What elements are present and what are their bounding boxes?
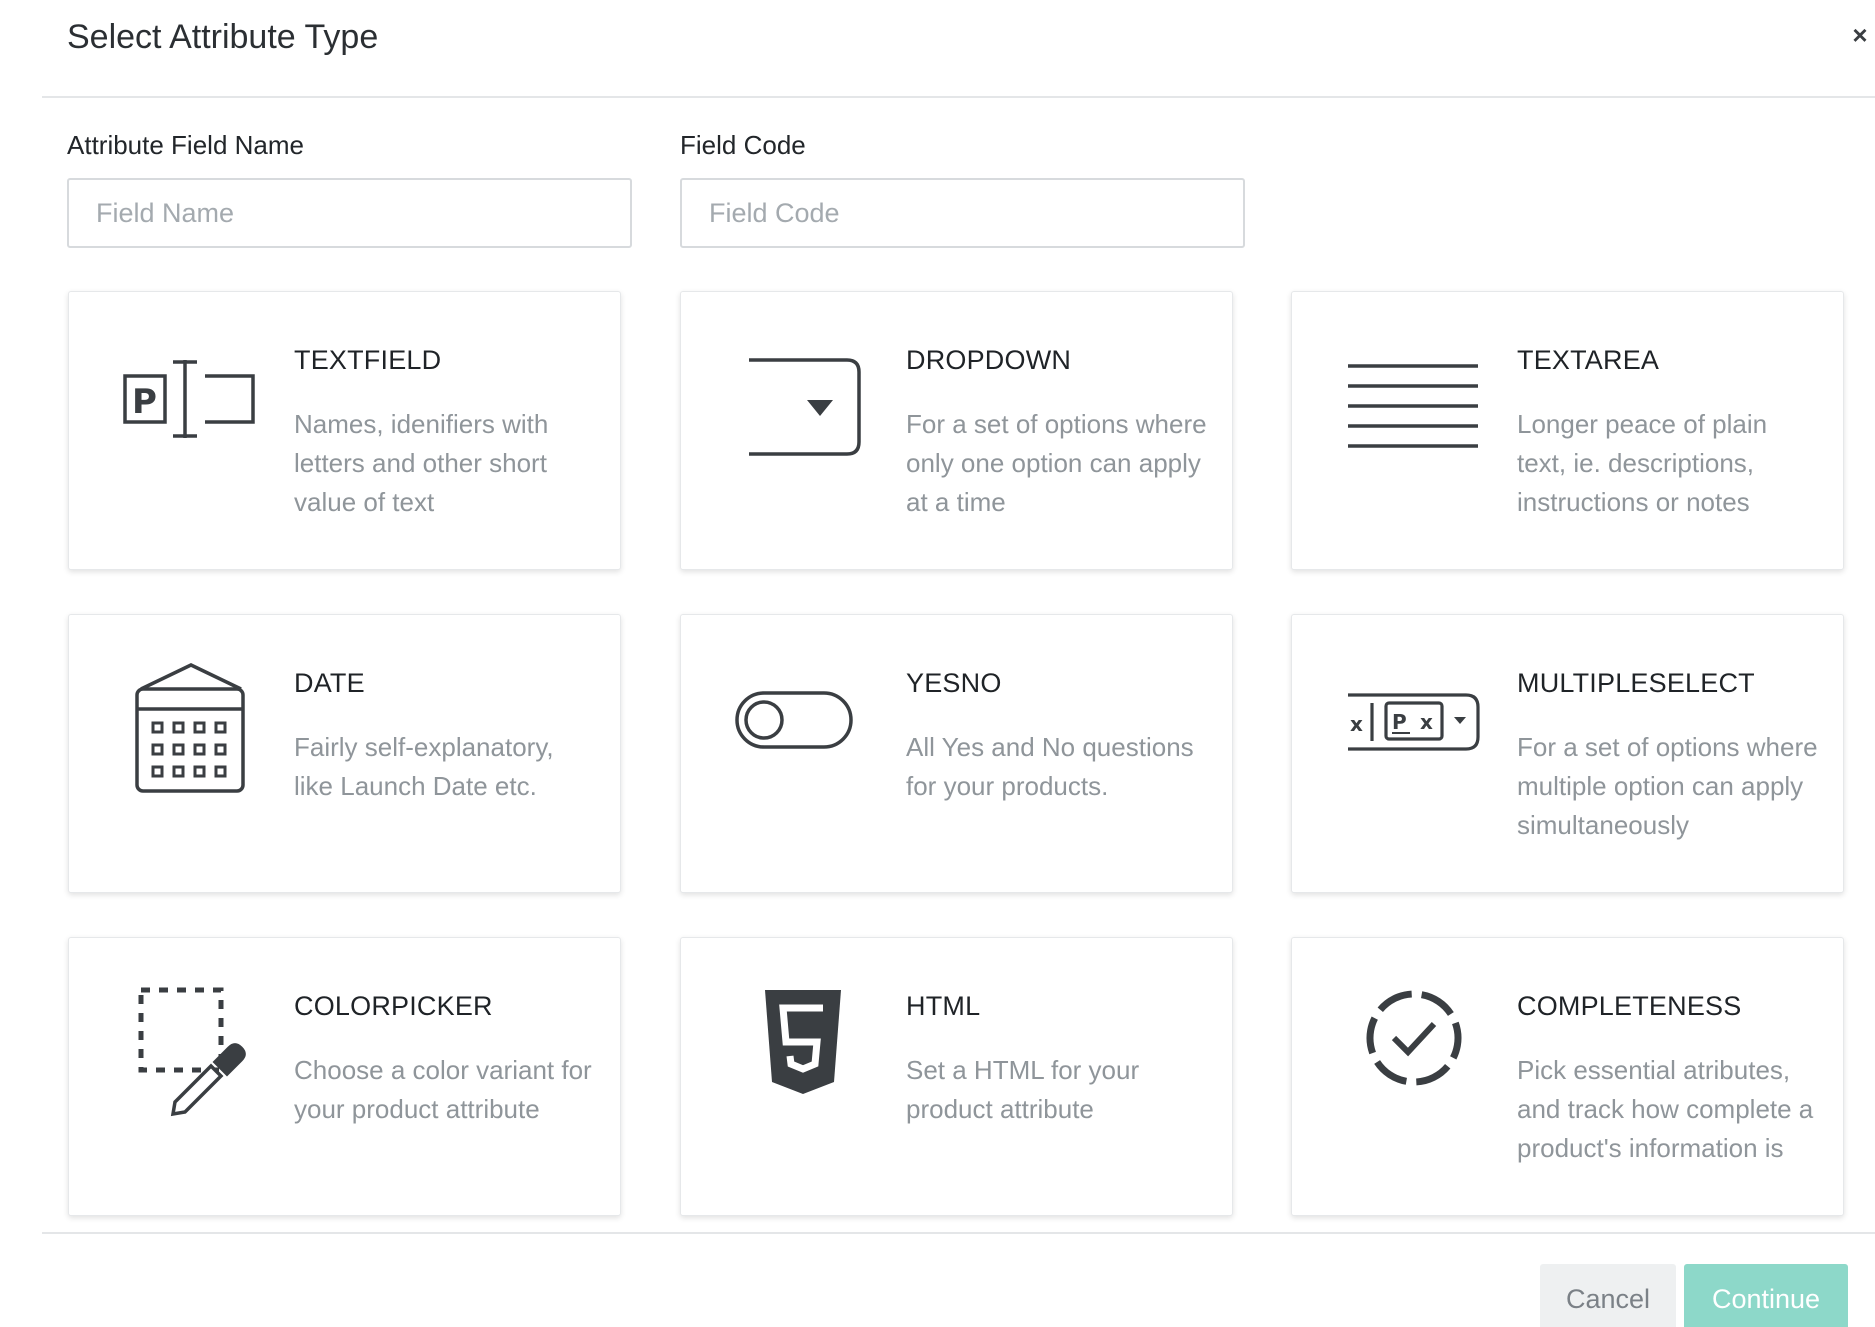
calendar-icon — [119, 655, 259, 795]
type-description: All Yes and No questions for your produc… — [906, 732, 1194, 801]
type-title: COMPLETENESS — [1517, 991, 1742, 1021]
type-title: HTML — [906, 991, 981, 1021]
modal-footer: Cancel Continue — [42, 1232, 1875, 1327]
textfield-icon: P — [119, 332, 259, 472]
toggle-icon — [731, 655, 871, 795]
continue-button[interactable]: Continue — [1684, 1264, 1848, 1327]
modal-title: Select Attribute Type — [67, 18, 379, 56]
svg-text:P: P — [1392, 710, 1407, 734]
svg-text:x: x — [1420, 710, 1433, 734]
type-description: Longer peace of plain text, ie. descript… — [1517, 409, 1768, 517]
type-description: Pick essential atributes, and track how … — [1517, 1055, 1814, 1163]
colorpicker-icon — [119, 978, 259, 1118]
type-description: Set a HTML for your product attribute — [906, 1055, 1140, 1124]
modal-header: Select Attribute Type × — [42, 0, 1875, 98]
type-card-multipleselect[interactable]: x P x MULTIPLESELECT For a set of option… — [1291, 614, 1844, 893]
type-title: DROPDOWN — [906, 345, 1072, 375]
attribute-field-name-label: Attribute Field Name — [67, 130, 304, 160]
type-title: MULTIPLESELECT — [1517, 668, 1755, 698]
field-name-input[interactable] — [67, 178, 632, 248]
type-card-dropdown[interactable]: DROPDOWN For a set of options where only… — [680, 291, 1233, 570]
type-card-yesno[interactable]: YESNO All Yes and No questions for your … — [680, 614, 1233, 893]
field-code-group: Field Code — [680, 130, 1245, 248]
dropdown-icon — [731, 332, 871, 472]
attribute-field-name-group: Attribute Field Name — [67, 130, 632, 248]
svg-text:P: P — [132, 382, 157, 422]
type-card-html[interactable]: HTML Set a HTML for your product attribu… — [680, 937, 1233, 1216]
type-title: TEXTAREA — [1517, 345, 1660, 375]
type-description: For a set of options where only one opti… — [906, 409, 1207, 517]
field-code-input[interactable] — [680, 178, 1245, 248]
type-description: For a set of options where multiple opti… — [1517, 732, 1818, 840]
close-icon[interactable]: × — [1847, 20, 1873, 50]
type-description: Fairly self-explanatory, like Launch Dat… — [294, 732, 554, 801]
type-card-textarea[interactable]: TEXTAREA Longer peace of plain text, ie.… — [1291, 291, 1844, 570]
type-title: TEXTFIELD — [294, 345, 442, 375]
type-description: Choose a color variant for your product … — [294, 1055, 592, 1124]
type-card-colorpicker[interactable]: COLORPICKER Choose a color variant for y… — [68, 937, 621, 1216]
type-title: YESNO — [906, 668, 1002, 698]
type-card-textfield[interactable]: P TEXTFIELD Names, idenifiers with lette… — [68, 291, 621, 570]
multiselect-icon: x P x — [1342, 655, 1482, 795]
textarea-icon — [1342, 332, 1482, 472]
svg-text:x: x — [1350, 712, 1363, 736]
field-code-label: Field Code — [680, 130, 806, 160]
cancel-button[interactable]: Cancel — [1540, 1264, 1676, 1327]
html5-icon — [731, 978, 871, 1118]
type-card-date[interactable]: DATE Fairly self-explanatory, like Launc… — [68, 614, 621, 893]
type-card-completeness[interactable]: COMPLETENESS Pick essential atributes, a… — [1291, 937, 1844, 1216]
type-description: Names, idenifiers with letters and other… — [294, 409, 549, 517]
type-title: COLORPICKER — [294, 991, 493, 1021]
completeness-icon — [1342, 978, 1482, 1118]
type-title: DATE — [294, 668, 365, 698]
select-attribute-type-modal: Select Attribute Type × Attribute Field … — [0, 0, 1875, 1327]
